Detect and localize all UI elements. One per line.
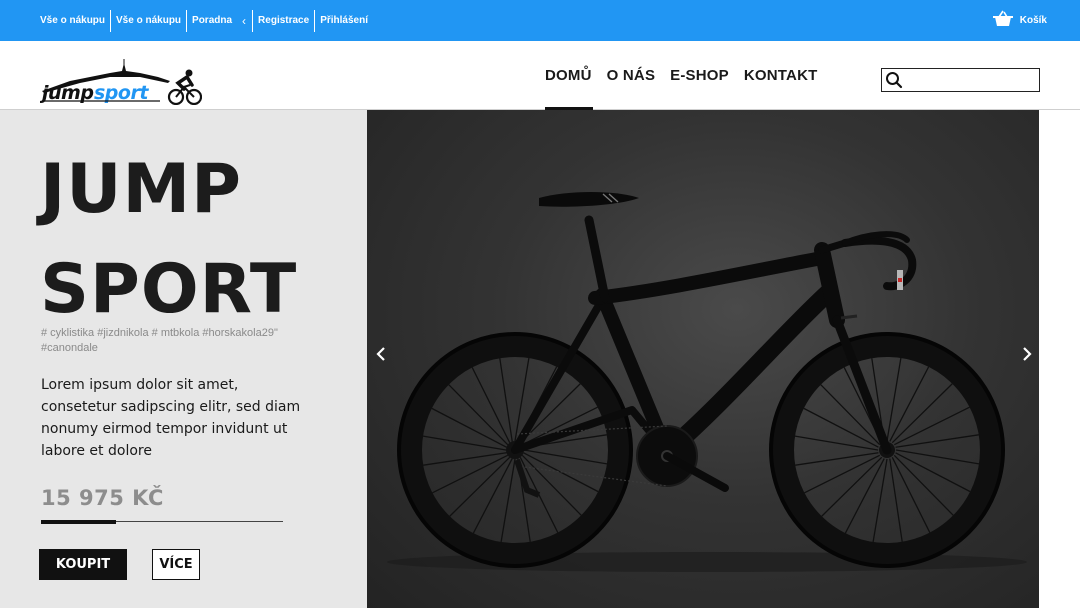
slider-progress bbox=[41, 520, 283, 524]
product-description: Lorem ipsum dolor sit amet, consetetur s… bbox=[41, 377, 301, 459]
top-link-advice[interactable]: Poradna bbox=[187, 10, 237, 32]
chevron-left-icon[interactable]: ‹ bbox=[237, 10, 252, 32]
brand-logo[interactable]: jump sport bbox=[39, 59, 203, 106]
basket-icon bbox=[992, 10, 1013, 31]
product-price: 15 975 KČ bbox=[41, 486, 164, 510]
main-header: jump sport DOMŮ O NÁS E-SHOP KONTAKT bbox=[0, 41, 1080, 110]
product-info-panel: JUMP SPORT # cyklistika #jizdnikola # mt… bbox=[0, 110, 367, 608]
top-link-login[interactable]: Přihlášení bbox=[315, 10, 373, 32]
top-link-shopping-info[interactable]: Vše o nákupu bbox=[40, 10, 110, 32]
product-tags: # cyklistika #jizdnikola # mtbkola #hors… bbox=[41, 327, 278, 354]
page-margin bbox=[1039, 110, 1080, 608]
nav-contact[interactable]: KONTAKT bbox=[744, 41, 818, 110]
search-box bbox=[881, 68, 1040, 92]
cart-button[interactable]: Košík bbox=[992, 0, 1047, 41]
buy-button[interactable]: KOUPIT bbox=[39, 549, 127, 580]
hero-title: JUMP SPORT bbox=[40, 140, 297, 340]
progress-fill bbox=[41, 520, 116, 524]
top-bar: Vše o nákupu Vše o nákupu Poradna ‹ Regi… bbox=[0, 0, 1080, 41]
more-button[interactable]: VÍCE bbox=[152, 549, 200, 580]
hero-image bbox=[367, 110, 1039, 608]
nav-about[interactable]: O NÁS bbox=[607, 41, 656, 110]
hero-title-line-1: JUMP bbox=[40, 150, 243, 229]
main-nav: DOMŮ O NÁS E-SHOP KONTAKT bbox=[545, 41, 833, 110]
cart-label: Košík bbox=[1019, 15, 1047, 26]
top-links: Vše o nákupu Vše o nákupu Poradna ‹ Regi… bbox=[40, 0, 373, 41]
search-input[interactable] bbox=[906, 70, 1034, 89]
search-icon[interactable] bbox=[885, 71, 903, 89]
nav-home[interactable]: DOMŮ bbox=[545, 41, 593, 110]
nav-eshop[interactable]: E-SHOP bbox=[670, 41, 729, 110]
hero-title-line-2: SPORT bbox=[40, 250, 298, 329]
chevron-right-icon[interactable] bbox=[1017, 344, 1037, 364]
chevron-left-icon[interactable] bbox=[371, 344, 391, 364]
top-link-register[interactable]: Registrace bbox=[253, 10, 314, 32]
top-link-shopping-info-2[interactable]: Vše o nákupu bbox=[111, 10, 186, 32]
road-bike-image bbox=[387, 192, 1027, 572]
